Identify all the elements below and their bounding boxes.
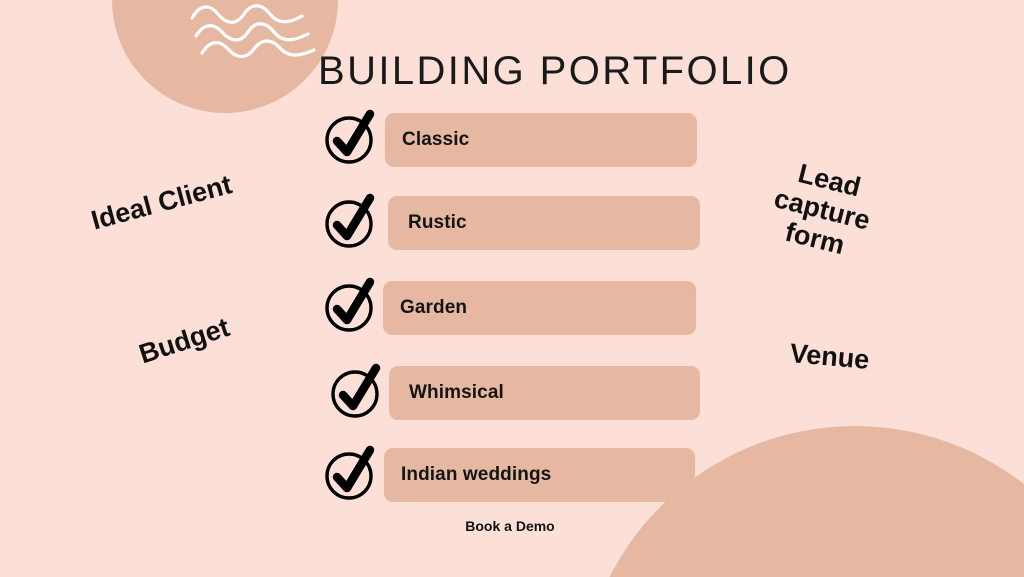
semicircle-shape	[112, 0, 338, 113]
slide-canvas: BUILDING PORTFOLIO Classic Rustic Garden…	[0, 0, 1024, 577]
list-item[interactable]: Rustic	[324, 193, 714, 280]
option-label: Garden	[400, 297, 468, 318]
annotation-venue: Venue	[788, 338, 871, 375]
option-label: Indian weddings	[401, 464, 552, 485]
check-circle-icon[interactable]	[324, 109, 378, 166]
annotation-ideal-client: Ideal Client	[88, 169, 235, 236]
list-item[interactable]: Garden	[324, 277, 714, 364]
option-label: Rustic	[408, 212, 467, 233]
check-circle-icon[interactable]	[324, 445, 378, 502]
option-label: Classic	[402, 129, 470, 150]
check-circle-icon[interactable]	[324, 193, 378, 250]
option-bar[interactable]: Garden	[383, 281, 696, 335]
option-bar[interactable]: Classic	[385, 113, 697, 167]
checklist: Classic Rustic Garden Whimsical Indian w…	[324, 109, 714, 532]
annotation-lead-capture-form: Lead capture form	[771, 158, 874, 261]
wavy-lines-icon	[190, 2, 325, 58]
option-bar[interactable]: Indian weddings	[384, 448, 695, 502]
page-title: BUILDING PORTFOLIO	[318, 49, 792, 93]
book-a-demo-button[interactable]: Book a Demo	[440, 518, 580, 534]
list-item[interactable]: Whimsical	[324, 363, 714, 448]
annotation-budget: Budget	[135, 312, 234, 370]
check-circle-icon[interactable]	[324, 277, 378, 334]
option-label: Whimsical	[409, 382, 504, 403]
option-bar[interactable]: Rustic	[388, 196, 700, 250]
check-circle-icon[interactable]	[330, 363, 384, 420]
option-bar[interactable]: Whimsical	[389, 366, 700, 420]
list-item[interactable]: Classic	[324, 109, 714, 196]
